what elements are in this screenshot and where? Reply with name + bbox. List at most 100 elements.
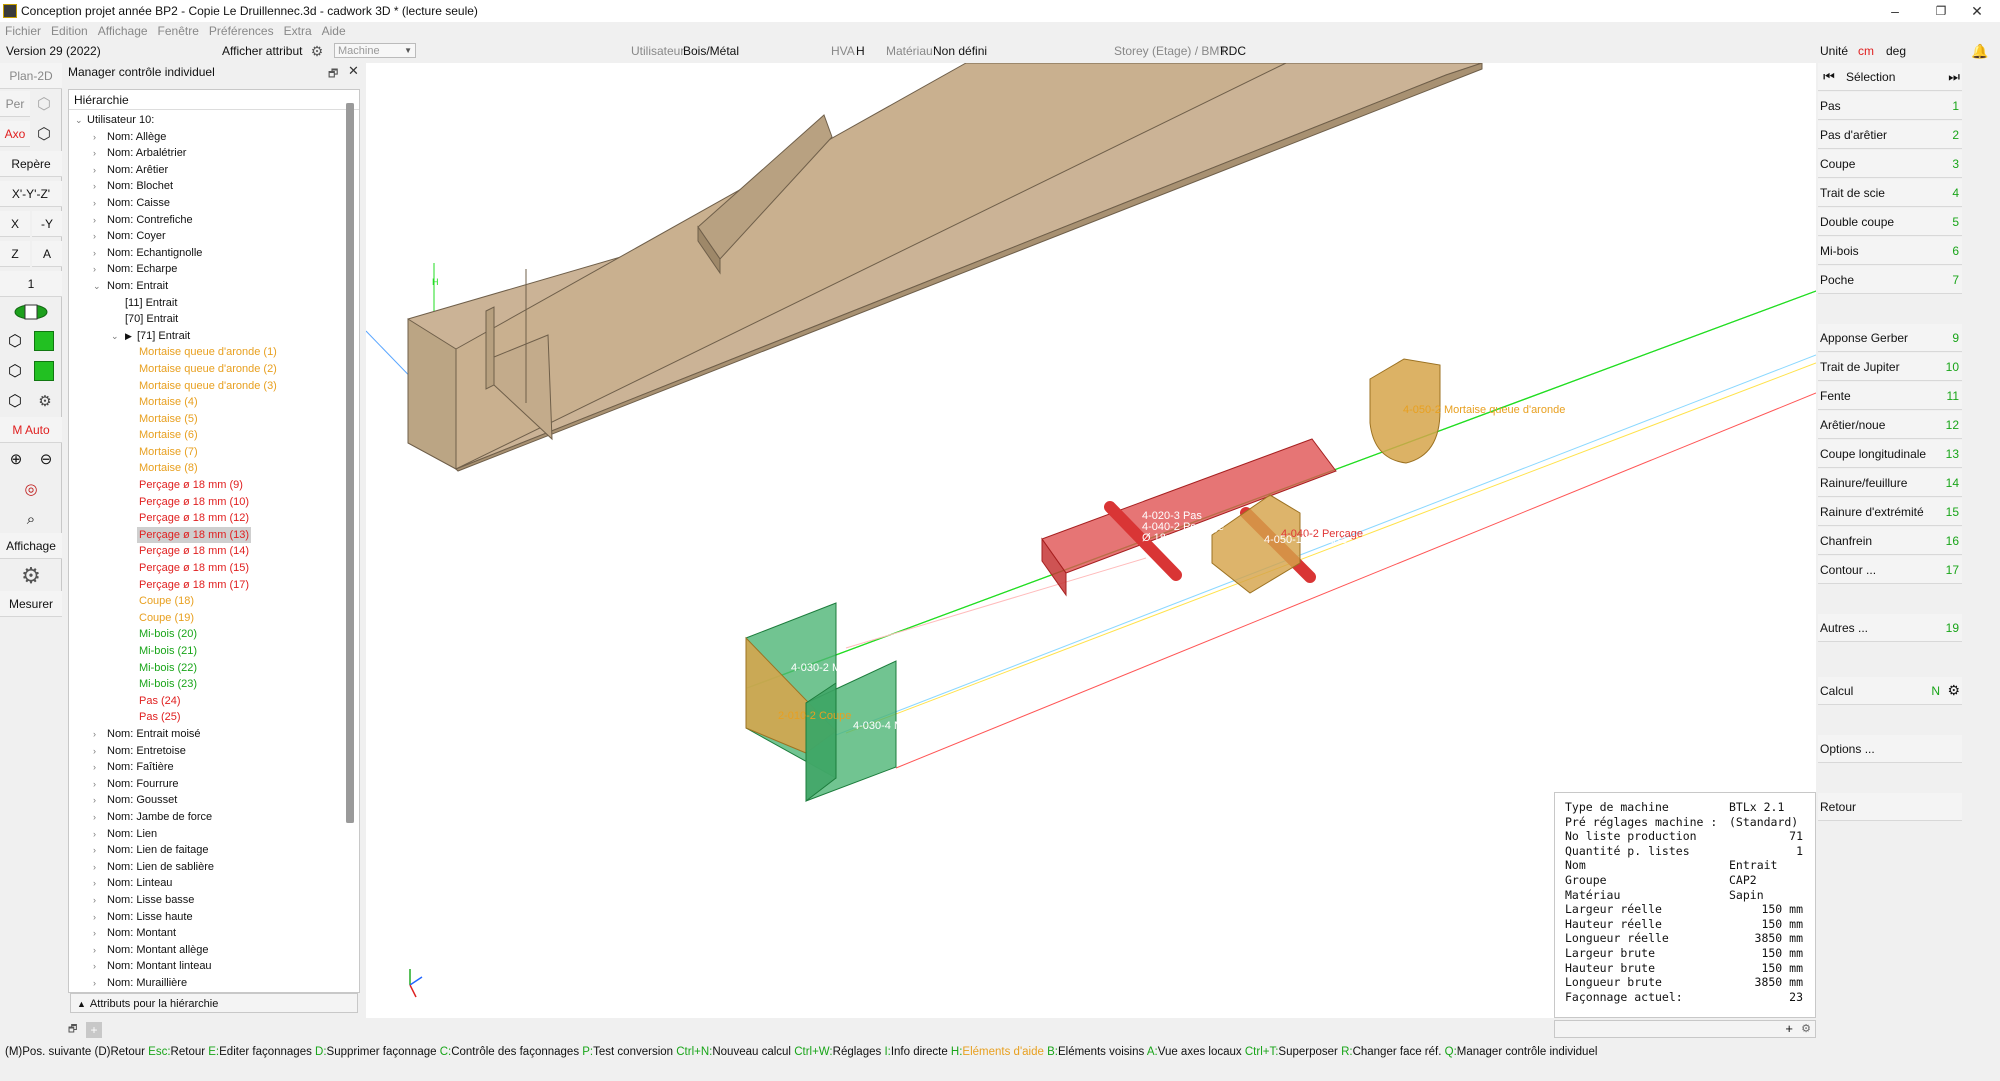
collapse-chevron-icon[interactable]: ›	[93, 942, 96, 959]
tree-row[interactable]: Mortaise (4)	[69, 394, 343, 411]
tree-row[interactable]: Mortaise queue d'aronde (2)	[69, 361, 343, 378]
command-button[interactable]: Coupe longitudinale 13	[1818, 440, 1962, 468]
tree-row[interactable]: › Nom: Lisse haute	[69, 909, 343, 926]
tree-row[interactable]: › Nom: Montant	[69, 925, 343, 942]
tree-row[interactable]: [11] Entrait	[69, 295, 343, 312]
info-add-icon[interactable]: +	[1785, 1021, 1793, 1036]
tree-row[interactable]: › Nom: Coyer	[69, 228, 343, 245]
tree-row[interactable]: › Nom: Fourrure	[69, 776, 343, 793]
collapse-chevron-icon[interactable]: ›	[93, 759, 96, 776]
unit-value[interactable]: cm	[1858, 40, 1874, 62]
menu-affichage[interactable]: Affichage	[93, 24, 153, 38]
tree-row[interactable]: › Nom: Blochet	[69, 178, 343, 195]
tree-row[interactable]: › Nom: Caisse	[69, 195, 343, 212]
menu-fenetre[interactable]: Fenêtre	[153, 24, 204, 38]
tree-row[interactable]: › Nom: Lien	[69, 826, 343, 843]
tree-row[interactable]: Mortaise (7)	[69, 444, 343, 461]
collapse-chevron-icon[interactable]: ›	[93, 909, 96, 926]
tree-row[interactable]: › Nom: Lisse basse	[69, 892, 343, 909]
affichage-button[interactable]: Affichage	[0, 533, 62, 559]
x-view-button[interactable]: X	[0, 211, 30, 237]
angle-unit[interactable]: deg	[1886, 40, 1906, 62]
tree-row[interactable]: Mortaise (5)	[69, 411, 343, 428]
collapse-chevron-icon[interactable]: ›	[93, 809, 96, 826]
close-button[interactable]: ✕	[1954, 0, 2000, 22]
tree-row[interactable]: [70] Entrait	[69, 311, 343, 328]
repere-button[interactable]: Repère	[0, 151, 62, 177]
close-panel-icon[interactable]: ✕	[348, 63, 359, 79]
collapse-chevron-icon[interactable]: ›	[93, 245, 96, 262]
info-settings-icon[interactable]: ⚙	[1801, 1022, 1811, 1035]
tree-row[interactable]: Perçage ø 18 mm (14)	[69, 543, 343, 560]
zoom-all-icon[interactable]: ⌕	[18, 507, 44, 531]
tree-row[interactable]: Perçage ø 18 mm (9)	[69, 477, 343, 494]
tree-row[interactable]: › Nom: Lien de sablière	[69, 859, 343, 876]
tree-row[interactable]: Mi-bois (23)	[69, 676, 343, 693]
zoom-in-icon[interactable]: ⊕	[4, 447, 28, 471]
minimize-button[interactable]: –	[1872, 0, 1918, 22]
tree-row[interactable]: Mortaise (8)	[69, 460, 343, 477]
zoom-out-icon[interactable]: ⊖	[34, 447, 58, 471]
first-icon[interactable]: ⏮	[1818, 69, 1840, 85]
expand-chevron-icon[interactable]: ⌄	[75, 112, 83, 129]
collapse-chevron-icon[interactable]: ›	[93, 726, 96, 743]
mesurer-button[interactable]: Mesurer	[0, 591, 62, 617]
tree-row[interactable]: › Nom: Montant linteau	[69, 958, 343, 975]
retour-button[interactable]: Retour	[1818, 793, 1962, 821]
tree-row[interactable]: Pas (25)	[69, 709, 343, 726]
a-view-button[interactable]: A	[32, 241, 62, 267]
tree-row[interactable]: › Nom: Arbalétrier	[69, 145, 343, 162]
tree-row[interactable]: › Nom: Entrait moisé	[69, 726, 343, 743]
tree-row[interactable]: › Nom: Entretoise	[69, 743, 343, 760]
tree-row[interactable]: › Nom: Gousset	[69, 792, 343, 809]
collapse-chevron-icon[interactable]: ›	[93, 228, 96, 245]
tree-row[interactable]: › Nom: Muraillière	[69, 975, 343, 992]
collapse-chevron-icon[interactable]: ›	[93, 975, 96, 992]
add-tab-button[interactable]: +	[86, 1022, 102, 1038]
collapse-chevron-icon[interactable]: ›	[93, 776, 96, 793]
wireframe-cube-icon[interactable]: ⬡	[2, 329, 28, 353]
menu-aide[interactable]: Aide	[317, 24, 351, 38]
calcul-gear-icon[interactable]: ⚙	[1947, 682, 1960, 699]
tree-row[interactable]: Perçage ø 18 mm (12)	[69, 510, 343, 527]
tree-row[interactable]: Mortaise (6)	[69, 427, 343, 444]
machine-dropdown[interactable]: Machine ▼	[334, 43, 416, 58]
command-button[interactable]: Chanfrein 16	[1818, 527, 1962, 555]
collapse-chevron-icon[interactable]: ›	[93, 178, 96, 195]
axo-cube-icon[interactable]: ⬡	[32, 123, 56, 145]
collapse-chevron-icon[interactable]: ›	[93, 195, 96, 212]
tree-row[interactable]: ⌄ ▶ [71] Entrait	[69, 328, 343, 345]
bell-icon[interactable]: 🔔	[1970, 42, 1990, 60]
tree-row[interactable]: Mi-bois (22)	[69, 660, 343, 677]
tree-row[interactable]: Perçage ø 18 mm (13)	[69, 526, 343, 544]
collapse-chevron-icon[interactable]: ›	[93, 826, 96, 843]
command-button[interactable]: Poche 7	[1818, 266, 1962, 294]
show-attribute-button[interactable]: Afficher attribut	[222, 40, 302, 62]
axo-button[interactable]: Axo	[0, 121, 30, 147]
m-auto-button[interactable]: M Auto	[0, 417, 62, 443]
command-button[interactable]: Contour ... 17	[1818, 556, 1962, 584]
collapse-chevron-icon[interactable]: ›	[93, 958, 96, 975]
tree-row[interactable]: Coupe (18)	[69, 593, 343, 610]
tree-row[interactable]: › Nom: Arêtier	[69, 162, 343, 179]
command-button[interactable]: Arêtier/noue 12	[1818, 411, 1962, 439]
tree-row[interactable]: › Nom: Faîtière	[69, 759, 343, 776]
menu-preferences[interactable]: Préférences	[204, 24, 279, 38]
command-button[interactable]: Pas d'arêtier 2	[1818, 121, 1962, 149]
collapse-chevron-icon[interactable]: ›	[93, 145, 96, 162]
tree-row[interactable]: Mi-bois (20)	[69, 626, 343, 643]
gear-icon[interactable]: ⚙	[306, 42, 328, 60]
gear-wheel-icon[interactable]: ⚙	[12, 563, 50, 589]
expand-chevron-icon[interactable]: ⌄	[93, 278, 101, 295]
collapse-chevron-icon[interactable]: ›	[93, 842, 96, 859]
tree-row[interactable]: › Nom: Allège	[69, 129, 343, 146]
solid-green-cube-icon[interactable]	[34, 331, 54, 351]
collapse-chevron-icon[interactable]: ›	[93, 792, 96, 809]
menu-extra[interactable]: Extra	[279, 24, 317, 38]
command-button[interactable]: Rainure/feuillure 14	[1818, 469, 1962, 497]
perspective-cube-icon[interactable]: ⬡	[32, 93, 56, 115]
collapse-chevron-icon[interactable]: ›	[93, 859, 96, 876]
command-button[interactable]: Double coupe 5	[1818, 208, 1962, 236]
collapse-chevron-icon[interactable]: ›	[93, 892, 96, 909]
tree-row[interactable]: Coupe (19)	[69, 610, 343, 627]
